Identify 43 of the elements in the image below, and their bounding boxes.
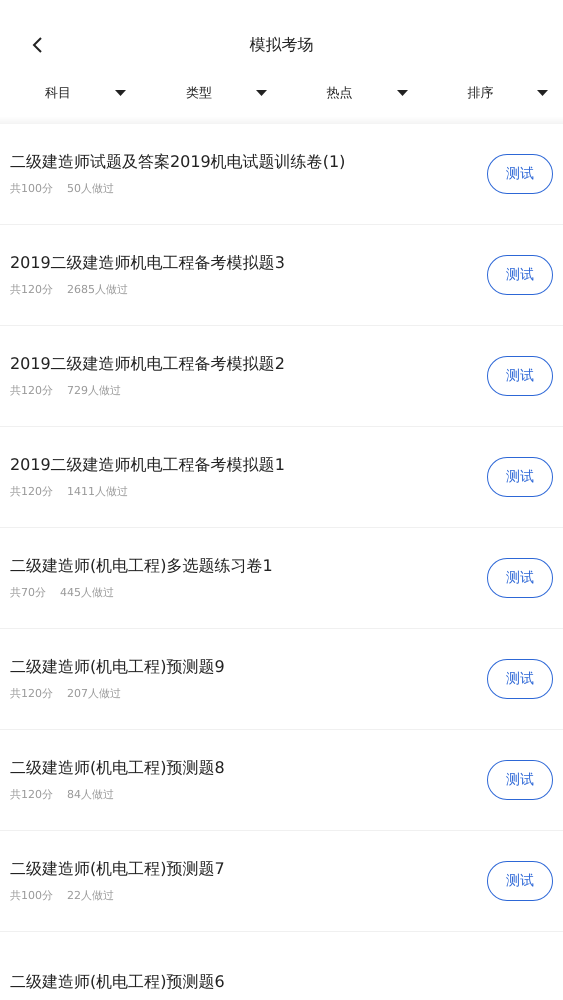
- total-score: 共120分: [10, 787, 53, 802]
- test-button[interactable]: 测试: [487, 255, 553, 295]
- exam-title[interactable]: 2019二级建造师机电工程备考模拟题2: [10, 354, 285, 375]
- exam-title[interactable]: 二级建造师(机电工程)预测题6: [10, 972, 225, 992]
- caret-icon: [537, 90, 548, 96]
- filter-dropdown[interactable]: 类型: [186, 84, 267, 102]
- page-title: 模拟考场: [250, 34, 314, 56]
- back-icon[interactable]: [31, 36, 43, 54]
- total-score: 共100分: [10, 888, 53, 903]
- total-score: 共120分: [10, 484, 53, 499]
- exam-title[interactable]: 2019二级建造师机电工程备考模拟题1: [10, 455, 285, 476]
- exam-title[interactable]: 二级建造师(机电工程)预测题9: [10, 657, 225, 678]
- filter-dropdown[interactable]: 热点: [326, 84, 408, 102]
- exam-title[interactable]: 2019二级建造师机电工程备考模拟题3: [10, 253, 285, 274]
- caret-icon: [115, 90, 126, 96]
- filter-dropdown[interactable]: 排序: [467, 84, 548, 102]
- test-button[interactable]: 测试: [487, 558, 553, 598]
- exam-title[interactable]: 二级建造师(机电工程)预测题8: [10, 758, 225, 779]
- total-score: 共120分: [10, 282, 53, 297]
- caret-icon: [396, 90, 408, 96]
- taken-count: 22人做过: [67, 888, 114, 903]
- caret-icon: [256, 90, 267, 96]
- exam-title[interactable]: 二级建造师(机电工程)多选题练习卷1: [10, 556, 273, 577]
- test-button[interactable]: 测试: [487, 154, 553, 194]
- test-button[interactable]: 测试: [487, 659, 553, 699]
- exam-title[interactable]: 二级建造师试题及答案2019机电试题训练卷(1): [10, 152, 346, 173]
- test-button[interactable]: 测试: [487, 457, 553, 497]
- taken-count: 2685人做过: [67, 282, 128, 297]
- taken-count: 1411人做过: [67, 484, 128, 499]
- filter-dropdown[interactable]: 科目: [45, 84, 126, 102]
- taken-count: 84人做过: [67, 787, 114, 802]
- total-score: 共70分: [10, 585, 46, 600]
- taken-count: 50人做过: [67, 181, 114, 196]
- exam-title[interactable]: 二级建造师(机电工程)预测题7: [10, 859, 225, 880]
- total-score: 共120分: [10, 383, 53, 398]
- taken-count: 445人做过: [60, 585, 114, 600]
- test-button[interactable]: 测试: [487, 861, 553, 901]
- taken-count: 729人做过: [67, 383, 121, 398]
- test-button[interactable]: 测试: [487, 760, 553, 800]
- taken-count: 207人做过: [67, 686, 121, 701]
- total-score: 共100分: [10, 181, 53, 196]
- test-button[interactable]: 测试: [487, 356, 553, 396]
- total-score: 共120分: [10, 686, 53, 701]
